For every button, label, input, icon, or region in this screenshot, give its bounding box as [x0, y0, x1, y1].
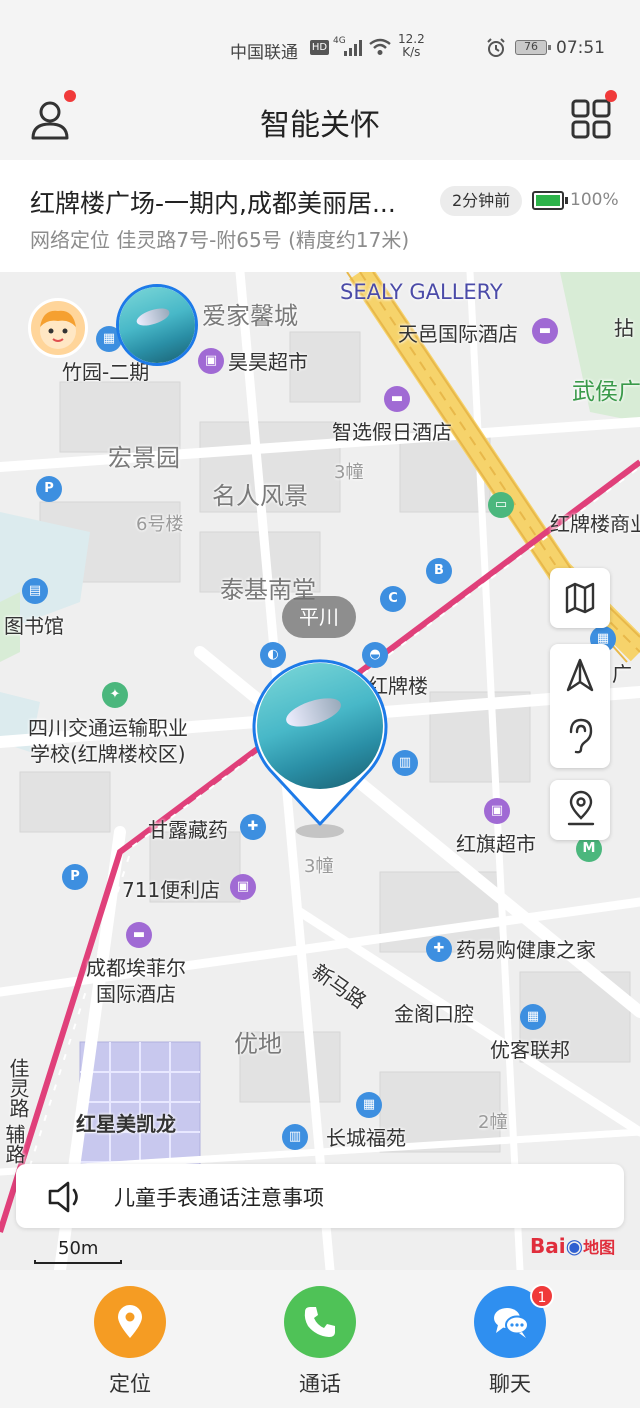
notice-text: 儿童手表通话注意事项	[114, 1186, 324, 1210]
map-label: 6号楼	[136, 514, 184, 535]
school-icon: ✦	[102, 682, 128, 708]
map-label: 智选假日酒店	[332, 420, 452, 444]
map-label: 学校(红牌楼校区)	[30, 742, 186, 766]
map-label: 长城福苑	[326, 1126, 406, 1150]
parking-icon: P	[62, 864, 88, 890]
map-label: 红星美凯龙	[76, 1112, 176, 1136]
map-label: 天邑国际酒店	[398, 322, 518, 346]
map-scale: 50m	[34, 1236, 124, 1266]
locate-label: 定位	[109, 1372, 151, 1396]
map-label: 辅路	[2, 1124, 26, 1164]
location-info-card[interactable]: 红牌楼广场-一期内,成都美丽居... 2分钟前 100% 网络定位 佳灵路7号-…	[0, 160, 640, 272]
map-label: 优客联邦	[490, 1038, 570, 1062]
device-battery-icon	[532, 191, 568, 210]
device-location-pin[interactable]	[252, 658, 388, 838]
hotel-icon: ▬	[384, 386, 410, 412]
wifi-icon	[369, 38, 391, 55]
apps-notification-dot	[605, 90, 617, 102]
battery-indicator: 76	[515, 40, 551, 55]
map-label: 药易购健康之家	[456, 938, 596, 962]
bus-stop-icon: ▥	[392, 750, 418, 776]
map-icon	[565, 582, 595, 614]
chat-bubbles-icon	[494, 1308, 529, 1338]
map-label: 3幢	[304, 856, 334, 877]
map-label: 昊昊超市	[228, 350, 308, 374]
navigate-icon[interactable]	[565, 658, 595, 692]
locate-button[interactable]	[94, 1286, 166, 1358]
kid-avatar[interactable]	[28, 298, 88, 358]
map-layer-button[interactable]	[550, 568, 610, 628]
hd-badge: HD	[310, 40, 329, 55]
apps-grid-icon[interactable]	[570, 98, 612, 140]
location-address: 红牌楼广场-一期内,成都美丽居...	[30, 189, 396, 218]
ticket-icon: ▭	[488, 492, 514, 518]
device-photo	[119, 287, 195, 363]
device-name-chip[interactable]: 平川	[282, 596, 356, 638]
pharmacy-icon: ✚	[426, 936, 452, 962]
map-label: 名人风景	[212, 482, 308, 510]
building-icon: ▦	[356, 1092, 382, 1118]
speaker-icon	[48, 1181, 78, 1213]
baidu-map-logo: Bai◉地图	[530, 1234, 616, 1258]
update-time-badge: 2分钟前	[440, 186, 523, 216]
clock: 07:51	[556, 38, 605, 58]
map-label: 711便利店	[122, 878, 221, 902]
parking-icon: P	[36, 476, 62, 502]
map-label: 拈	[614, 316, 634, 340]
carrier-name: 中国联通	[230, 43, 298, 63]
map-view[interactable]: 爱家馨城 SEALY GALLERY 天邑国际酒店 ▬ 拈 竹园-二期 ▦ ▣ …	[0, 272, 640, 1270]
map-label: SEALY GALLERY	[340, 280, 503, 304]
map-label: 甘露藏药	[148, 818, 228, 842]
map-label: 红牌楼商业	[550, 512, 640, 536]
call-label: 通话	[299, 1372, 341, 1396]
supermarket-icon: ▣	[198, 348, 224, 374]
title-bar: 智能关怀	[0, 80, 640, 160]
map-label: 红旗超市	[456, 832, 536, 856]
location-detail: 网络定位 佳灵路7号-附65号 (精度约17米)	[30, 228, 410, 252]
map-label: 图书馆	[4, 614, 64, 638]
location-pin-icon	[118, 1305, 142, 1338]
status-bar: 中国联通 HD 4G 12.2 K/s 76 07:51	[0, 0, 640, 80]
map-label: 优地	[234, 1030, 282, 1058]
chat-label: 聊天	[489, 1372, 531, 1396]
signal-icon	[344, 40, 362, 56]
page-title: 智能关怀	[260, 108, 380, 143]
map-label: 国际酒店	[96, 982, 176, 1006]
device-battery-percent: 100%	[570, 190, 619, 210]
supermarket-icon: ▣	[484, 798, 510, 824]
metro-c-icon: C	[380, 586, 406, 612]
chat-unread-badge: 1	[530, 1284, 554, 1308]
device-photo	[257, 663, 383, 789]
phone-icon	[304, 1307, 335, 1337]
listen-ear-icon[interactable]	[565, 718, 595, 754]
net-speed: 12.2 K/s	[398, 32, 425, 59]
map-label: 3幢	[334, 462, 364, 483]
hotel-icon: ▬	[126, 922, 152, 948]
device-mini-pin[interactable]	[116, 284, 198, 366]
map-label: 武侯广	[572, 379, 640, 405]
notice-banner[interactable]: 儿童手表通话注意事项	[16, 1164, 624, 1228]
cartoon-face-icon	[40, 310, 76, 349]
locate-me-button[interactable]	[550, 780, 610, 840]
map-label: 2幢	[478, 1112, 508, 1133]
hotel-icon: ▬	[532, 318, 558, 344]
metro-b-icon: B	[426, 558, 452, 584]
map-label: 成都埃菲尔	[86, 956, 186, 980]
map-label: 广	[612, 662, 632, 686]
alarm-icon	[487, 38, 505, 57]
map-label: 金阁口腔	[394, 1002, 474, 1026]
library-icon: ▤	[22, 578, 48, 604]
map-label: 佳灵路	[6, 1058, 30, 1118]
map-label: 爱家馨城	[202, 302, 298, 330]
nav-control-group	[550, 644, 610, 768]
supermarket-icon: ▣	[230, 874, 256, 900]
bottom-action-bar: 定位 通话 1 聊天	[0, 1270, 640, 1408]
building-icon: ▦	[520, 1004, 546, 1030]
map-label: 四川交通运输职业	[28, 716, 188, 740]
location-marker-icon	[567, 790, 595, 826]
bus-stop-icon: ▥	[282, 1124, 308, 1150]
map-label: 宏景园	[108, 444, 180, 472]
call-button[interactable]	[284, 1286, 356, 1358]
